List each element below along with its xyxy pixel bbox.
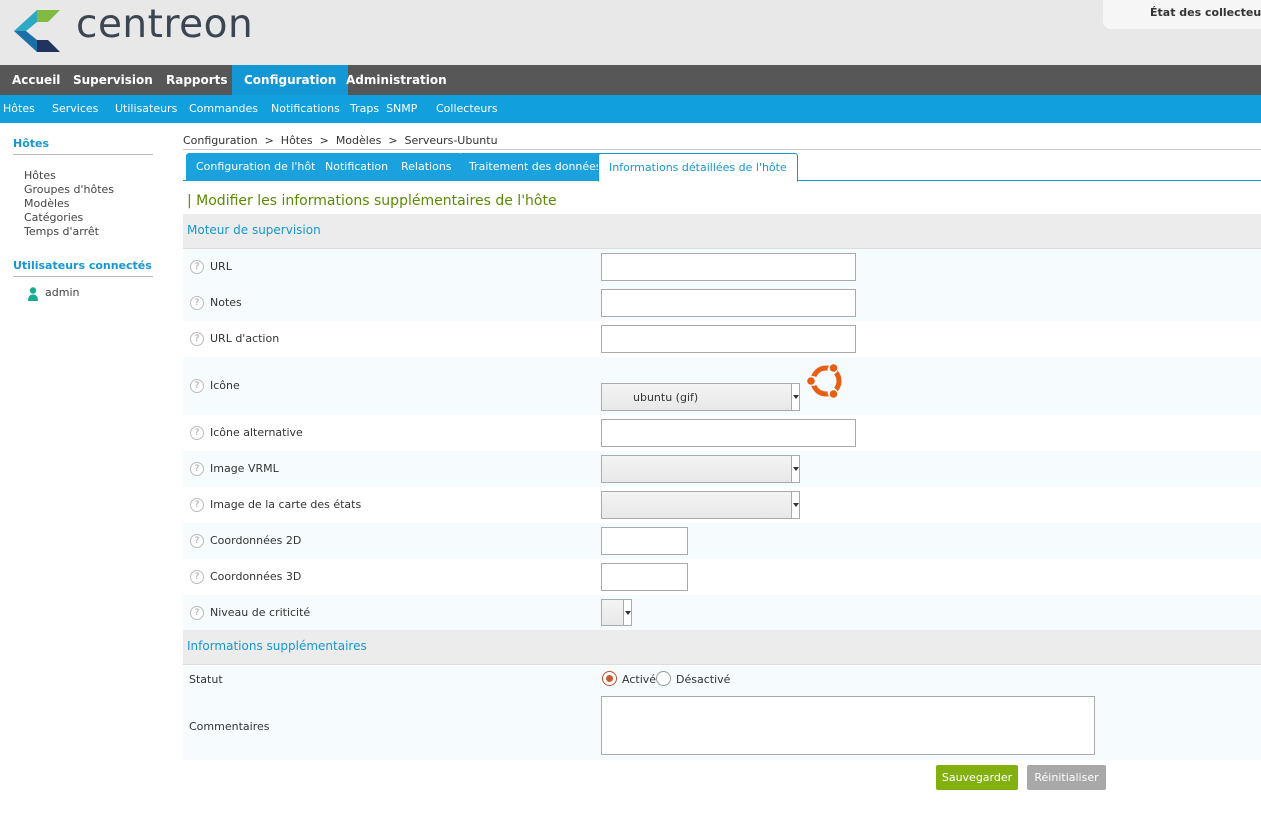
sidebar-item-hosts[interactable]: Hôtes: [24, 169, 153, 183]
tab-bar: Configuration de l'hôte Notification Rel…: [183, 153, 1261, 182]
section-monitoring-engine: Moteur de supervision: [183, 214, 1261, 249]
row-vrml: ? Image VRML: [183, 451, 1261, 487]
help-icon[interactable]: ?: [190, 462, 204, 476]
poller-status[interactable]: État des collecteurs: [1103, 0, 1261, 29]
sidebar: Hôtes Hôtes Groupes d'hôtes Modèles Caté…: [13, 137, 153, 301]
main-menu: Accueil Supervision Rapports Configurati…: [0, 65, 1261, 95]
label-comments: Commentaires: [189, 720, 270, 733]
sidebar-item-downtimes[interactable]: Temps d'arrêt: [24, 225, 153, 239]
breadcrumb-text[interactable]: Configuration > Hôtes > Modèles > Serveu…: [183, 134, 498, 147]
statusmap-select[interactable]: [601, 491, 800, 519]
menu-supervision[interactable]: Supervision: [61, 65, 165, 95]
label-coords-3d: Coordonnées 3D: [210, 570, 302, 583]
menu-configuration[interactable]: Configuration: [232, 65, 349, 95]
tab-data-processing[interactable]: Traitement des données: [459, 153, 612, 181]
breadcrumb: Configuration > Hôtes > Modèles > Serveu…: [183, 134, 1261, 150]
vrml-select[interactable]: [601, 455, 800, 483]
help-icon[interactable]: ?: [190, 606, 204, 620]
label-icon: Icône: [210, 379, 240, 392]
label-status: Statut: [189, 673, 223, 686]
save-button[interactable]: Sauvegarder: [936, 765, 1018, 790]
label-action-url: URL d'action: [210, 332, 280, 345]
status-disabled-radio[interactable]: [656, 671, 671, 686]
connected-user: admin: [13, 285, 153, 301]
label-url: URL: [210, 260, 232, 273]
row-coords-3d: ? Coordonnées 3D: [183, 559, 1261, 595]
sidebar-heading-hosts: Hôtes: [13, 137, 153, 155]
submenu-snmp-traps[interactable]: Traps SNMP: [350, 95, 417, 123]
row-criticality: ? Niveau de criticité: [183, 595, 1261, 630]
label-alt-icon: Icône alternative: [210, 426, 303, 439]
sidebar-heading-connected-users: Utilisateurs connectés: [13, 259, 153, 277]
notes-input[interactable]: [601, 289, 856, 317]
menu-rapports[interactable]: Rapports: [154, 65, 240, 95]
row-status: Statut Activé Désactivé: [183, 666, 1261, 692]
sidebar-item-categories[interactable]: Catégories: [24, 211, 153, 225]
tab-notification[interactable]: Notification: [315, 153, 399, 181]
help-icon[interactable]: ?: [190, 296, 204, 310]
sub-menu: Hôtes Services Utilisateurs Commandes No…: [0, 95, 1261, 123]
submenu-commands[interactable]: Commandes: [189, 95, 258, 123]
status-disabled-label[interactable]: Désactivé: [676, 673, 730, 686]
status-enabled-label[interactable]: Activé: [622, 673, 656, 686]
row-comments: Commentaires: [183, 692, 1261, 760]
label-vrml: Image VRML: [210, 462, 279, 475]
row-action-url: ? URL d'action: [183, 321, 1261, 357]
chevron-down-icon: [623, 600, 631, 625]
centreon-logo-icon: [14, 10, 60, 52]
help-icon[interactable]: ?: [190, 379, 204, 393]
row-statusmap: ? Image de la carte des états: [183, 487, 1261, 523]
row-url: ? URL: [183, 249, 1261, 285]
help-icon[interactable]: ?: [190, 260, 204, 274]
user-icon: [28, 287, 38, 301]
submenu-notifications[interactable]: Notifications: [271, 95, 340, 123]
label-notes: Notes: [210, 296, 242, 309]
row-alt-icon: ? Icône alternative: [183, 415, 1261, 451]
action-url-input[interactable]: [601, 325, 856, 353]
tab-host-extended-info[interactable]: Informations détaillées de l'hôte: [598, 153, 798, 182]
icon-select[interactable]: ubuntu (gif): [601, 383, 800, 411]
criticality-select[interactable]: [601, 599, 632, 626]
label-coords-2d: Coordonnées 2D: [210, 534, 302, 547]
tab-host-configuration[interactable]: Configuration de l'hôte: [186, 153, 333, 181]
sidebar-item-templates[interactable]: Modèles: [24, 197, 153, 211]
section-additional-info: Informations supplémentaires: [183, 630, 1261, 665]
form-title: | Modifier les informations supplémentai…: [187, 193, 557, 209]
submenu-pollers[interactable]: Collecteurs: [436, 95, 498, 123]
chevron-down-icon: [791, 492, 799, 518]
help-icon[interactable]: ?: [190, 534, 204, 548]
tab-relations[interactable]: Relations: [391, 153, 462, 181]
chevron-down-icon: [791, 384, 799, 410]
chevron-down-icon: [791, 456, 799, 482]
header: centreon État des collecteurs: [0, 0, 1261, 65]
submenu-users[interactable]: Utilisateurs: [115, 95, 177, 123]
comments-textarea[interactable]: [601, 696, 1095, 755]
icon-select-value: ubuntu (gif): [633, 391, 699, 404]
reset-button[interactable]: Réinitialiser: [1027, 765, 1106, 790]
menu-administration[interactable]: Administration: [334, 65, 459, 95]
url-input[interactable]: [601, 253, 856, 281]
help-icon[interactable]: ?: [190, 570, 204, 584]
help-icon[interactable]: ?: [190, 426, 204, 440]
status-enabled-radio[interactable]: [602, 671, 617, 686]
submenu-hosts[interactable]: Hôtes: [3, 95, 35, 123]
user-name: admin: [45, 286, 80, 299]
label-statusmap: Image de la carte des états: [210, 498, 362, 511]
help-icon[interactable]: ?: [190, 332, 204, 346]
row-notes: ? Notes: [183, 285, 1261, 321]
row-coords-2d: ? Coordonnées 2D: [183, 523, 1261, 559]
coords-3d-input[interactable]: [601, 563, 688, 591]
help-icon[interactable]: ?: [190, 498, 204, 512]
sidebar-item-hostgroups[interactable]: Groupes d'hôtes: [24, 183, 153, 197]
ubuntu-logo-icon: [807, 364, 842, 398]
alt-icon-input[interactable]: [601, 419, 856, 447]
row-icon: ? Icône ubuntu (gif): [183, 357, 1261, 415]
submenu-services[interactable]: Services: [52, 95, 98, 123]
brand-name: centreon: [76, 2, 254, 47]
coords-2d-input[interactable]: [601, 527, 688, 555]
label-criticality: Niveau de criticité: [210, 606, 311, 619]
